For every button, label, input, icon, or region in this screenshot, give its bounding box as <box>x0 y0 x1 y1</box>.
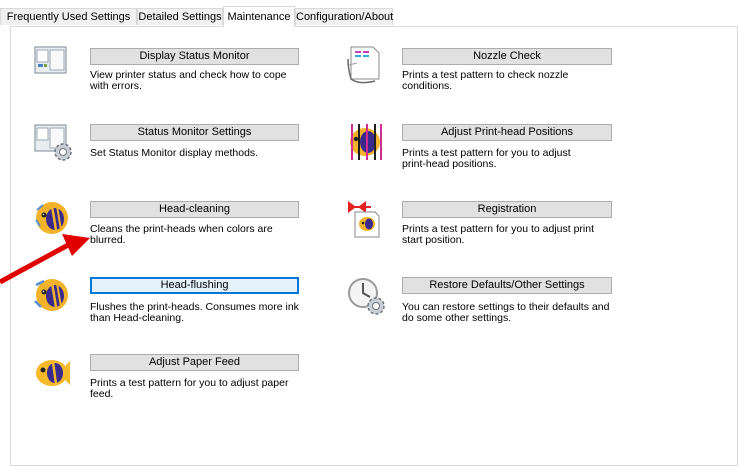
status-monitor-settings-description: Set Status Monitor display methods. <box>90 148 310 159</box>
registration-description: Prints a test pattern for you to adjust … <box>402 224 622 246</box>
display-status-monitor-description: View printer status and check how to cop… <box>90 70 310 92</box>
status-monitor-settings-icon[interactable] <box>34 123 72 161</box>
restore-defaults-description: You can restore settings to their defaul… <box>402 302 632 324</box>
tab-maintenance[interactable]: Maintenance <box>223 6 295 27</box>
tab-configuration-about[interactable]: Configuration/About <box>295 8 393 25</box>
head-cleaning-button[interactable]: Head-cleaning <box>90 201 299 218</box>
head-flushing-button[interactable]: Head-flushing <box>90 277 299 294</box>
description-line: with errors. <box>90 80 142 92</box>
description-line: conditions. <box>402 80 453 92</box>
adjust-print-head-positions-button[interactable]: Adjust Print-head Positions <box>402 124 612 141</box>
description-line: print-head positions. <box>402 158 497 170</box>
tab-frequently-used-settings[interactable]: Frequently Used Settings <box>0 8 137 25</box>
registration-button[interactable]: Registration <box>402 201 612 218</box>
tab-detailed-settings[interactable]: Detailed Settings <box>137 8 223 25</box>
registration-icon[interactable] <box>347 199 381 238</box>
status-monitor-settings-button[interactable]: Status Monitor Settings <box>90 124 299 141</box>
nozzle-check-description: Prints a test pattern to check nozzle co… <box>402 70 622 92</box>
description-line: feed. <box>90 388 114 400</box>
nozzle-check-icon[interactable] <box>347 45 381 84</box>
status-monitor-icon[interactable] <box>34 45 68 79</box>
description-line: blurred. <box>90 234 126 246</box>
adjust-paper-feed-button[interactable]: Adjust Paper Feed <box>90 354 299 371</box>
head-flushing-description: Flushes the print-heads. Consumes more i… <box>90 302 310 324</box>
adjust-print-head-positions-description: Prints a test pattern for you to adjust … <box>402 148 622 170</box>
head-cleaning-icon[interactable] <box>34 200 68 234</box>
restore-defaults-button[interactable]: Restore Defaults/Other Settings <box>402 277 612 294</box>
display-status-monitor-button[interactable]: Display Status Monitor <box>90 48 299 65</box>
maintenance-panel <box>10 26 738 466</box>
description-line: Prints a test pattern for you to adjust … <box>90 377 289 389</box>
nozzle-check-button[interactable]: Nozzle Check <box>402 48 612 65</box>
head-cleaning-description: Cleans the print-heads when colors are b… <box>90 224 310 246</box>
description-line: do some other settings. <box>402 312 512 324</box>
adjust-print-head-icon[interactable] <box>347 122 382 160</box>
description-line: start position. <box>402 234 465 246</box>
adjust-paper-feed-icon[interactable] <box>34 355 70 389</box>
description-line: than Head-cleaning. <box>90 312 184 324</box>
adjust-paper-feed-description: Prints a test pattern for you to adjust … <box>90 378 310 400</box>
restore-defaults-icon[interactable] <box>347 277 385 315</box>
tab-strip: Frequently Used Settings Detailed Settin… <box>0 0 738 27</box>
annotation-arrow-icon <box>0 234 90 285</box>
description-line: Set Status Monitor display methods. <box>90 147 259 159</box>
